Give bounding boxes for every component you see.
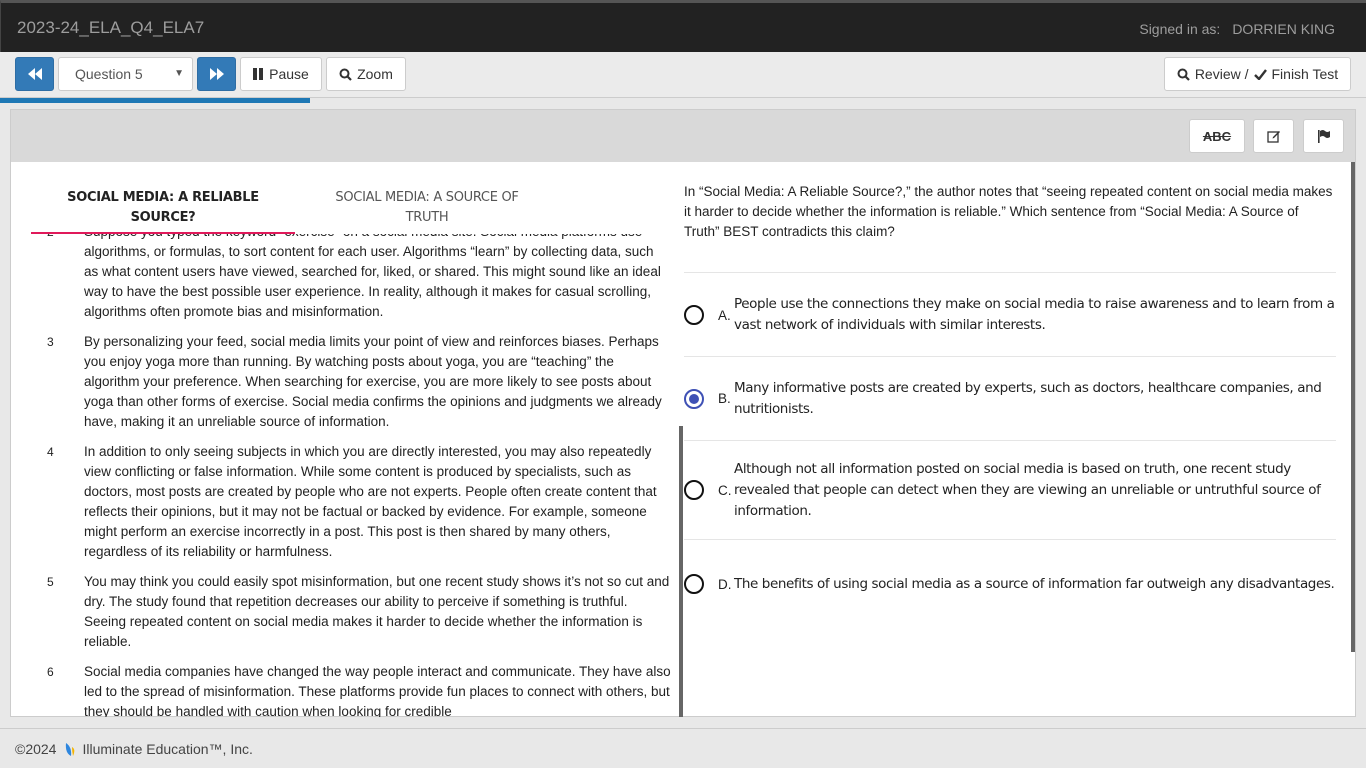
paragraph-number: 5: [47, 575, 54, 589]
pause-icon: [253, 68, 264, 80]
paragraph: 5 You may think you could easily spot mis…: [11, 572, 679, 652]
check-icon: [1253, 68, 1267, 80]
progress-bar: [0, 98, 1366, 103]
zoom-label: Zoom: [357, 66, 393, 82]
illuminate-logo-icon: [66, 742, 75, 756]
company-name: Illuminate Education™, Inc.: [82, 740, 253, 757]
radio-d[interactable]: [684, 574, 704, 594]
flag-icon: [1317, 130, 1330, 143]
paragraph-number: 4: [47, 445, 54, 459]
review-label: Review /: [1194, 66, 1249, 82]
pause-button[interactable]: Pause: [240, 57, 322, 91]
active-tab-indicator: [31, 232, 295, 234]
passage-tabs: SOCIAL MEDIA: A RELIABLE SOURCE? SOCIAL …: [31, 188, 671, 234]
paragraph: 4 In addition to only seeing subjects in …: [11, 442, 679, 562]
question-pane: In “Social Media: A Reliable Source?,” t…: [679, 162, 1355, 717]
choice-letter: A.: [718, 307, 731, 323]
paragraph-text: In addition to only seeing subjects in w…: [84, 444, 657, 559]
user-name: DORRIEN KING: [1232, 21, 1335, 37]
radio-c[interactable]: [684, 480, 704, 500]
search-icon: [339, 68, 352, 81]
answer-choice-a[interactable]: A. People use the connections they make …: [684, 274, 1336, 357]
paragraph: 6 Social media companies have changed the…: [11, 662, 679, 717]
answer-choice-b[interactable]: B. Many informative posts are created by…: [684, 357, 1336, 441]
choice-text: People use the connections they make on …: [734, 296, 1335, 333]
question-scrollbar[interactable]: [1351, 162, 1355, 652]
radio-a[interactable]: [684, 305, 704, 325]
paragraph: 2Suppose you typed the keyword “exercise…: [11, 222, 679, 322]
chevron-down-icon: ▼: [174, 68, 184, 79]
flag-tool-button[interactable]: [1303, 119, 1344, 153]
review-finish-button[interactable]: Review / Finish Test: [1164, 57, 1351, 91]
question-select-value: Question 5: [75, 66, 143, 82]
pause-label: Pause: [269, 66, 309, 82]
question-select[interactable]: Question 5 ▼: [58, 57, 193, 91]
search-icon: [1177, 68, 1190, 81]
next-question-button[interactable]: [197, 57, 236, 91]
progress-fill: [0, 98, 311, 103]
radio-b[interactable]: [684, 388, 704, 409]
choice-letter: D.: [718, 576, 732, 592]
paragraph-text: You may think you could easily spot misi…: [84, 574, 670, 649]
paragraph-text: Social media companies have changed the …: [84, 664, 671, 717]
strikethrough-icon: ABC: [1202, 128, 1232, 144]
answer-choice-c[interactable]: C. Although not all information posted o…: [684, 441, 1336, 540]
fast-forward-icon: [209, 68, 224, 80]
tab-reliable-source[interactable]: SOCIAL MEDIA: A RELIABLE SOURCE?: [61, 188, 265, 228]
paragraph-text: Suppose you typed the keyword “exercise”…: [84, 224, 661, 319]
tab-source-of-truth[interactable]: SOCIAL MEDIA: A SOURCE OF TRUTH: [325, 188, 529, 228]
signed-in-info: Signed in as: DORRIEN KING: [1139, 21, 1335, 37]
choice-letter: B.: [718, 391, 731, 406]
paragraph-number: 6: [47, 665, 54, 679]
tools-header: ABC: [11, 110, 1355, 162]
zoom-button[interactable]: Zoom: [326, 57, 406, 91]
answer-choice-d[interactable]: D. The benefits of using social media as…: [684, 540, 1336, 628]
strikethrough-tool-button[interactable]: ABC: [1189, 119, 1245, 153]
test-title: 2023-24_ELA_Q4_ELA7: [17, 18, 205, 37]
passage-pane[interactable]: SOCIAL MEDIA: A RELIABLE SOURCE? SOCIAL …: [11, 162, 679, 717]
choice-text: Although not all information posted on s…: [734, 460, 1321, 519]
paragraph: 3 By personalizing your feed, social medi…: [11, 332, 679, 432]
footer: ©2024 Illuminate Education™, Inc.: [0, 728, 1366, 768]
signed-in-label: Signed in as:: [1139, 21, 1221, 37]
question-stem: In “Social Media: A Reliable Source?,” t…: [684, 182, 1336, 273]
choice-letter: C.: [718, 482, 732, 498]
test-toolbar: Question 5 ▼ Pause Zoom Review / Finish …: [0, 52, 1366, 98]
copyright: ©2024: [15, 740, 57, 757]
edit-icon: [1266, 131, 1280, 143]
paragraph-number: 3: [47, 335, 54, 349]
previous-question-button[interactable]: [15, 57, 54, 91]
question-panel: ABC SOCIAL MEDIA: A RELIABLE SOURCE? SOC…: [10, 109, 1356, 717]
notes-tool-button[interactable]: [1253, 119, 1294, 153]
paragraph-text: By personalizing your feed, social media…: [84, 334, 662, 429]
fast-backward-icon: [27, 68, 42, 80]
choice-text: Many informative posts are created by ex…: [734, 379, 1322, 417]
choice-text: The benefits of using social media as a …: [734, 575, 1335, 592]
finish-label: Finish Test: [1271, 66, 1339, 82]
top-navbar: 2023-24_ELA_Q4_ELA7 Signed in as: DORRIEN…: [0, 0, 1366, 52]
passage-scrollbar[interactable]: [679, 426, 683, 717]
passage-text: 2Suppose you typed the keyword “exercise…: [11, 222, 679, 717]
